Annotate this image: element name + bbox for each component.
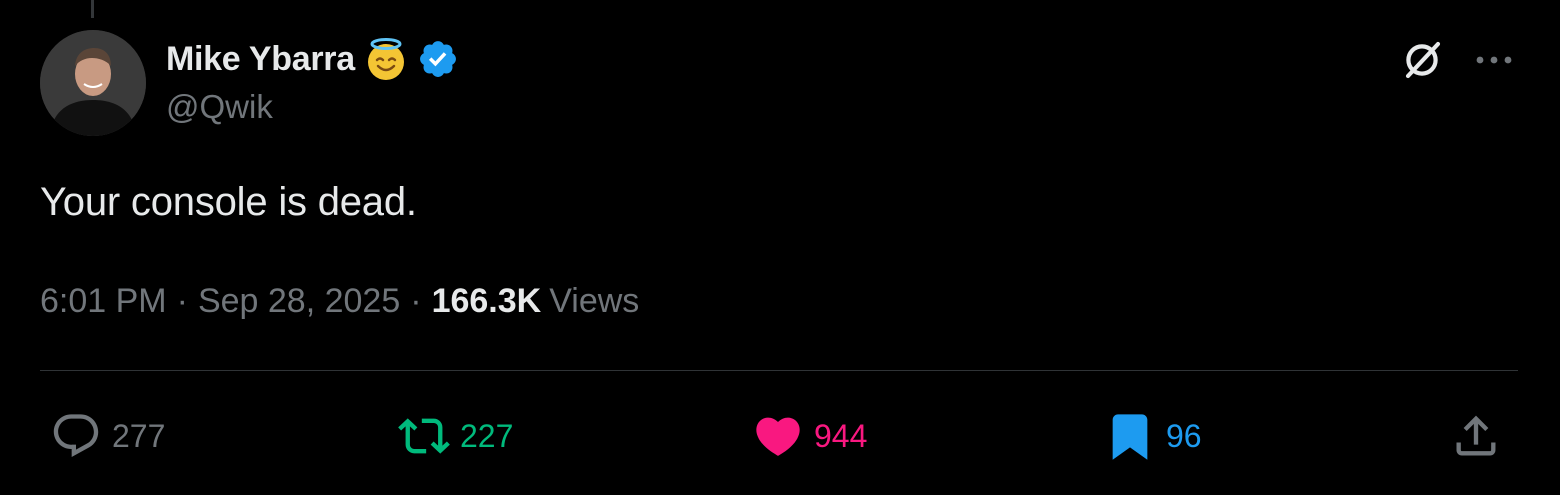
- reply-count: 277: [112, 417, 166, 454]
- avatar[interactable]: [40, 30, 146, 136]
- share-button[interactable]: [1450, 410, 1502, 462]
- reply-icon: [53, 414, 99, 458]
- tweet-time[interactable]: 6:01 PM: [40, 282, 167, 321]
- more-icon: [1476, 56, 1512, 64]
- repost-button[interactable]: 227: [398, 410, 513, 462]
- views-count[interactable]: 166.3K: [432, 282, 550, 321]
- tweet-text: Your console is dead.: [40, 180, 417, 224]
- tweet-date[interactable]: Sep 28, 2025: [198, 282, 400, 321]
- grok-button[interactable]: [1398, 36, 1446, 84]
- meta-separator: ·: [410, 282, 422, 320]
- bookmark-icon: [1112, 414, 1148, 460]
- bookmark-count: 96: [1166, 417, 1202, 454]
- avatar-image: [40, 30, 146, 136]
- bookmark-button[interactable]: 96: [1104, 410, 1202, 462]
- divider: [40, 370, 1518, 371]
- reply-button[interactable]: 277: [50, 410, 165, 462]
- author-handle[interactable]: @Qwik: [166, 88, 273, 126]
- like-button[interactable]: 944: [752, 410, 867, 462]
- thread-connector-line: [91, 0, 94, 18]
- author-name[interactable]: Mike Ybarra: [166, 40, 355, 79]
- share-icon: [1456, 415, 1496, 456]
- heart-icon: [756, 417, 800, 456]
- repost-icon: [398, 418, 450, 454]
- like-count: 944: [814, 417, 868, 454]
- tweet-meta: 6:01 PM · Sep 28, 2025 · 166.3K Views: [40, 282, 639, 321]
- repost-count: 227: [460, 417, 514, 454]
- smiling-face-with-halo-icon: [367, 38, 404, 80]
- more-options-button[interactable]: [1470, 36, 1518, 84]
- grok-icon: [1405, 41, 1441, 79]
- views-label: Views: [549, 282, 640, 320]
- verified-badge-icon[interactable]: [417, 38, 459, 80]
- meta-separator: ·: [176, 282, 188, 320]
- author-name-row: Mike Ybarra: [166, 36, 459, 82]
